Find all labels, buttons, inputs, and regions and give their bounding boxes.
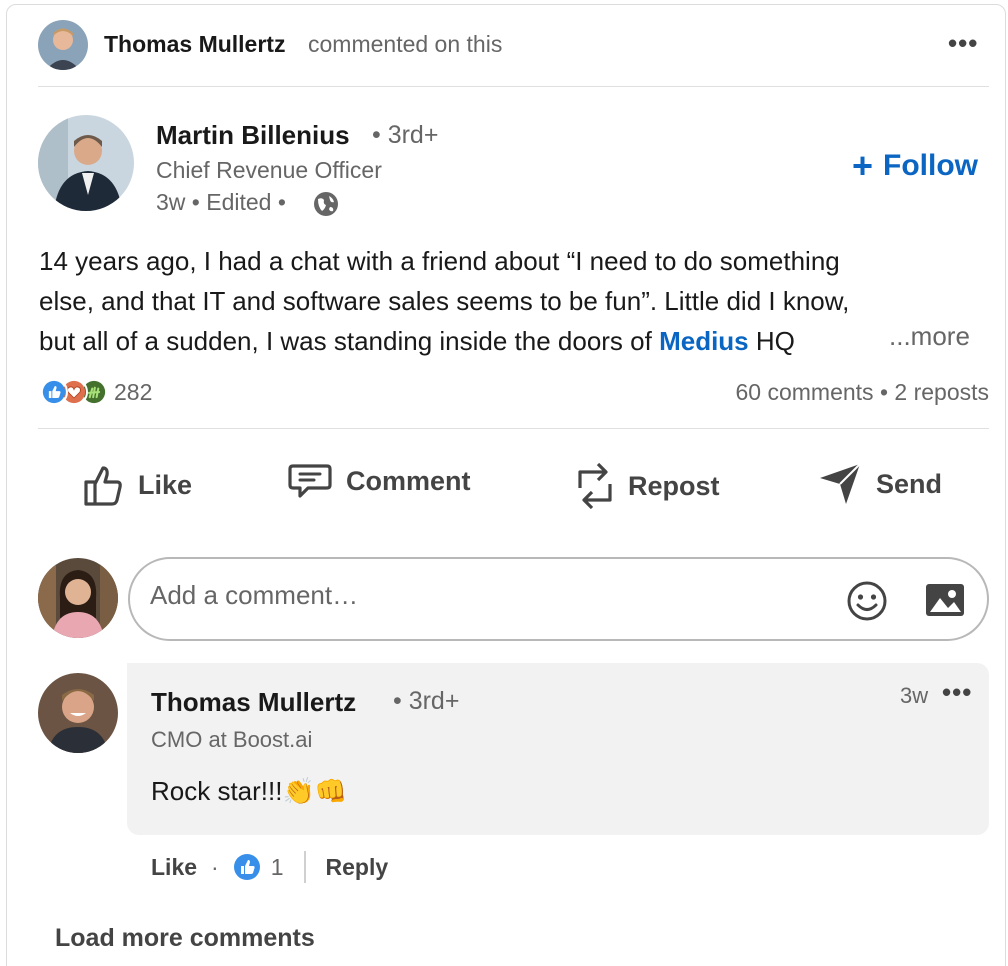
post-text-tail: HQ <box>748 326 795 356</box>
comment-timestamp: 3w <box>900 683 929 708</box>
comment-icon <box>288 464 332 498</box>
repost-label: Repost <box>628 470 720 501</box>
comment-more-icon[interactable]: ••• <box>942 677 972 708</box>
send-button[interactable]: Send <box>818 462 942 506</box>
activity-actor-name[interactable]: Thomas Mullertz <box>104 31 285 58</box>
company-mention-link[interactable]: Medius <box>659 326 749 356</box>
commenter-avatar[interactable] <box>38 673 118 753</box>
post-text-line: but all of a sudden, I was standing insi… <box>39 321 989 361</box>
like-reaction-icon <box>233 854 260 880</box>
comment-like-count[interactable]: 1 <box>271 854 284 881</box>
like-button[interactable]: Like <box>82 462 192 508</box>
post-text: 14 years ago, I had a chat with a friend… <box>39 241 989 361</box>
activity-avatar[interactable] <box>38 20 88 70</box>
emoji-icon[interactable] <box>846 580 888 622</box>
reaction-count: 282 <box>114 378 153 405</box>
comment-text: Rock star!!!👏👊 <box>151 776 348 806</box>
author-name[interactable]: Martin Billenius <box>156 120 350 151</box>
like-reaction-icon <box>40 378 68 406</box>
commenter-connection-degree: • 3rd+ <box>393 687 460 715</box>
image-icon[interactable] <box>924 580 966 620</box>
comments-reposts-count[interactable]: 60 comments • 2 reposts <box>736 379 990 406</box>
repost-icon <box>578 462 612 510</box>
comment-actions: Like · 1 Reply <box>151 851 388 883</box>
divider <box>38 86 989 87</box>
comment-input[interactable] <box>150 580 790 611</box>
author-avatar[interactable] <box>38 115 134 211</box>
comment-like-button[interactable]: Like <box>151 854 197 881</box>
send-icon <box>820 463 861 504</box>
thumbs-up-icon <box>84 466 122 506</box>
comment-composer[interactable] <box>128 557 989 641</box>
plus-icon: + <box>852 145 874 186</box>
divider <box>303 851 306 883</box>
reply-button[interactable]: Reply <box>326 854 389 881</box>
separator-dot: · <box>211 853 219 880</box>
comment-bubble: Thomas Mullertz • 3rd+ 3w ••• CMO at Boo… <box>127 663 989 835</box>
follow-button[interactable]: + Follow <box>852 148 978 184</box>
load-more-comments-button[interactable]: Load more comments <box>55 924 315 953</box>
reactions-summary[interactable]: 282 <box>40 378 152 406</box>
post-text-line: 14 years ago, I had a chat with a friend… <box>39 246 840 276</box>
post-text-line: else, and that IT and software sales see… <box>39 286 850 316</box>
comment-button[interactable]: Comment <box>288 462 471 500</box>
post-meta: 3w • Edited • <box>156 189 286 215</box>
divider <box>38 428 989 429</box>
author-headline: Chief Revenue Officer <box>156 157 382 183</box>
post-text-line-start: but all of a sudden, I was standing insi… <box>39 326 652 356</box>
post-more-icon[interactable]: ••• <box>948 28 978 59</box>
globe-icon <box>314 192 338 216</box>
activity-action-text: commented on this <box>308 31 503 57</box>
connection-degree: • 3rd+ <box>372 121 439 149</box>
send-label: Send <box>876 468 943 499</box>
commenter-headline: CMO at Boost.ai <box>151 727 313 752</box>
see-more-link[interactable]: ...more <box>885 321 970 352</box>
like-label: Like <box>138 469 193 500</box>
follow-label: Follow <box>883 149 979 182</box>
commenter-name[interactable]: Thomas Mullertz <box>151 687 356 718</box>
current-user-avatar[interactable] <box>38 558 118 638</box>
comment-label: Comment <box>346 465 471 496</box>
repost-button[interactable]: Repost <box>576 462 720 510</box>
